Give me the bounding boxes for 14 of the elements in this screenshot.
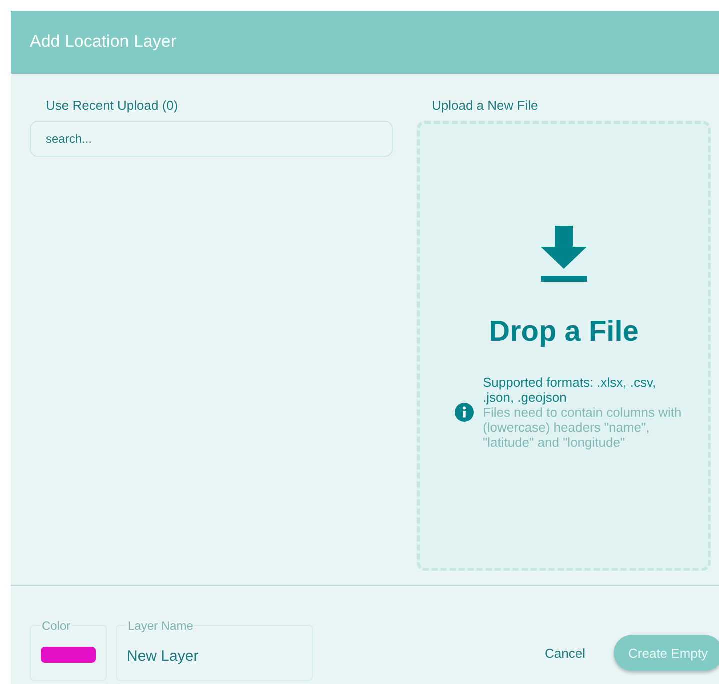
field-value: New Layer [127,648,199,665]
field-label: Color [41,619,72,634]
search-field[interactable]: search... [30,120,393,157]
field-label: Layer Name [127,619,194,634]
drop-zone[interactable]: Drop a File Supported formats: .xlsx, .csv, .json, .geojson Files need to contain columns with (lowercase) headers "name", "latitude" and "longitude" [417,120,711,571]
section-label: Use Recent Upload (0) [46,98,178,113]
hint-text: Files need to contain columns with (lowercase) headers "name", "latitude" and "longitude" [483,404,683,450]
download-icon [541,226,587,282]
dialog-title: Add Location Layer [30,32,176,52]
info-icon [455,402,474,422]
drop-heading: Drop a File [489,316,639,349]
formats-text: Supported formats: .xlsx, .csv, .json, .geojson [483,374,658,405]
section-label: Upload a New File [432,98,538,113]
cancel-button[interactable]: Cancel [539,644,592,662]
